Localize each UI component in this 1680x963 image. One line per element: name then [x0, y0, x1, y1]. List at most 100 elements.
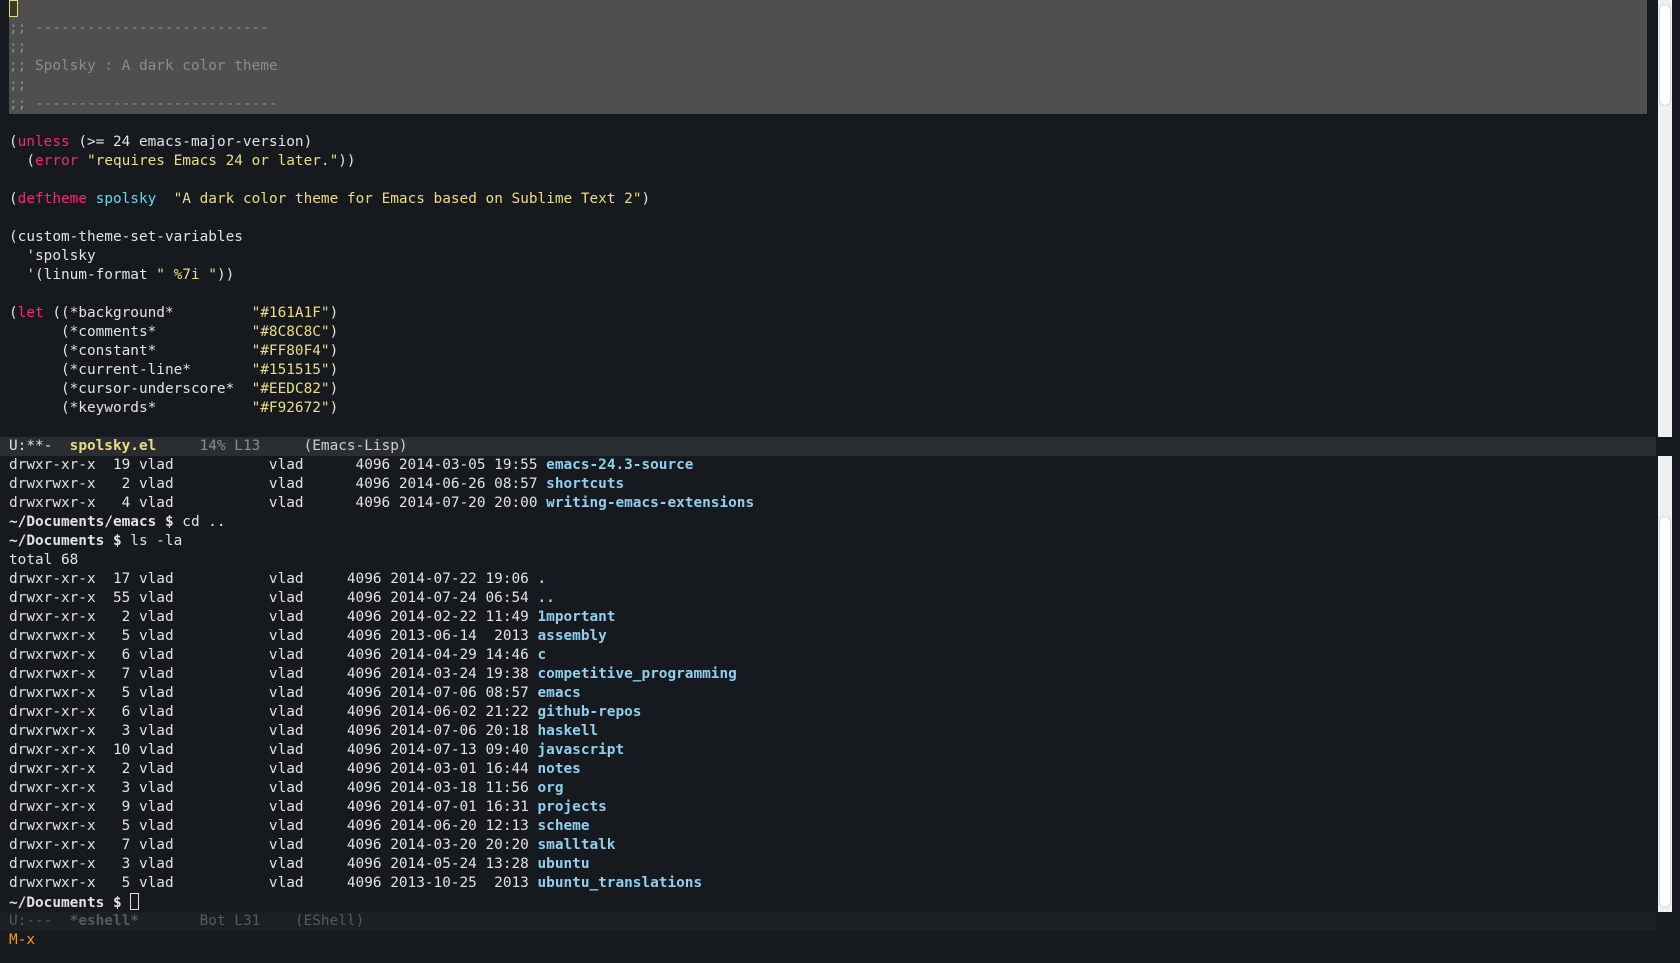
keyword-deftheme: deftheme — [17, 191, 87, 207]
var-value: "#8C8C8C" — [251, 324, 330, 340]
code-line[interactable]: (unless (>= 24 emacs-major-version) — [0, 133, 1656, 152]
shell-command: cd .. — [182, 514, 226, 530]
file-meta: drwxr-xr-x 7 vlad vlad 4096 2014-03-20 2… — [9, 837, 538, 853]
var-value: "#151515" — [251, 362, 330, 378]
file-meta: drwxrwxr-x 7 vlad vlad 4096 2014-03-24 1… — [9, 666, 538, 682]
listing-row: drwxrwxr-x 5 vlad vlad 4096 2014-07-06 0… — [0, 684, 1656, 703]
comment-line[interactable]: ;; --------------------------- — [0, 19, 1656, 38]
var-name: (*background* — [61, 305, 252, 321]
directory-name[interactable]: ubuntu — [538, 856, 590, 872]
eshell-window[interactable]: drwxr-xr-x 19 vlad vlad 4096 2014-03-05 … — [0, 456, 1656, 912]
eshell-scrollbar[interactable] — [1658, 456, 1672, 912]
directory-name[interactable]: emacs-24.3-source — [546, 457, 693, 473]
file-meta: drwxrwxr-x 5 vlad vlad 4096 2014-06-20 1… — [9, 818, 538, 834]
var-name: (*cursor-underscore* — [60, 381, 252, 397]
code-line[interactable] — [0, 171, 1656, 190]
buffer-name[interactable]: spolsky.el — [70, 438, 157, 454]
listing-row: drwxrwxr-x 2 vlad vlad 4096 2014-06-26 0… — [0, 475, 1656, 494]
code-line[interactable]: (*cursor-underscore* "#EEDC82") — [0, 380, 1656, 399]
directory-name[interactable]: competitive_programming — [538, 666, 737, 682]
buffer-position: 14% L13 — [199, 438, 261, 454]
buffer-status: U:**- — [9, 438, 53, 454]
code-line[interactable] — [0, 0, 1656, 19]
file-meta: drwxrwxr-x 5 vlad vlad 4096 2013-10-25 2… — [9, 875, 538, 891]
directory-name[interactable]: c — [538, 647, 547, 663]
directory-name[interactable]: org — [538, 780, 564, 796]
directory-name[interactable]: assembly — [538, 628, 607, 644]
file-meta: drwxr-xr-x 2 vlad vlad 4096 2014-03-01 1… — [9, 761, 538, 777]
listing-row: drwxr-xr-x 9 vlad vlad 4096 2014-07-01 1… — [0, 798, 1656, 817]
mode-line-eshell[interactable]: U:--- *eshell* Bot L31 (EShell) — [0, 912, 1656, 931]
editor-window[interactable]: ;; --------------------------- ;; ;; Spo… — [0, 0, 1656, 437]
file-meta: drwxr-xr-x 17 vlad vlad 4096 2014-07-22 … — [9, 571, 538, 587]
directory-name[interactable]: emacs — [538, 685, 581, 701]
directory-name[interactable]: github-repos — [538, 704, 642, 720]
theme-name: spolsky — [95, 191, 157, 207]
directory-name[interactable]: ubuntu_translations — [538, 875, 703, 891]
comment-line[interactable]: ;; Spolsky : A dark color theme — [0, 57, 1656, 76]
code-line[interactable]: (*current-line* "#151515") — [0, 361, 1656, 380]
mode-line-editor[interactable]: U:**- spolsky.el 14% L13 (Emacs-Lisp) — [0, 437, 1656, 456]
code-line[interactable]: (*keywords* "#F92672") — [0, 399, 1656, 418]
listing-row: drwxr-xr-x 2 vlad vlad 4096 2014-02-22 1… — [0, 608, 1656, 627]
directory-name[interactable]: haskell — [538, 723, 599, 739]
var-name: (*keywords* — [60, 400, 252, 416]
directory-name[interactable]: shortcuts — [546, 476, 624, 492]
listing-row: drwxr-xr-x 10 vlad vlad 4096 2014-07-13 … — [0, 741, 1656, 760]
code-line[interactable]: (custom-theme-set-variables — [0, 228, 1656, 247]
minibuffer-prompt[interactable]: M-x — [0, 931, 35, 950]
comment-line[interactable]: ;; — [0, 38, 1656, 57]
code-line[interactable]: '(linum-format " %7i ")) — [0, 266, 1656, 285]
directory-name[interactable]: . — [538, 571, 547, 587]
file-meta: drwxr-xr-x 3 vlad vlad 4096 2014-03-18 1… — [9, 780, 538, 796]
directory-name[interactable]: 1mportant — [538, 609, 616, 625]
buffer-name[interactable]: *eshell* — [70, 913, 139, 929]
var-name: (*comments* — [60, 324, 252, 340]
keyword-error: error — [35, 153, 79, 169]
comment-line[interactable]: ;; ---------------------------- — [0, 95, 1656, 114]
directory-name[interactable]: writing-emacs-extensions — [546, 495, 754, 511]
directory-name[interactable]: scheme — [538, 818, 590, 834]
code-text: )) — [216, 267, 235, 283]
editor-scrollbar[interactable] — [1658, 0, 1672, 437]
code-line[interactable]: (error "requires Emacs 24 or later.")) — [0, 152, 1656, 171]
listing-row: drwxrwxr-x 3 vlad vlad 4096 2014-05-24 1… — [0, 855, 1656, 874]
code-line[interactable]: (let ((*background* "#161A1F") — [0, 304, 1656, 323]
major-mode[interactable]: (Emacs-Lisp) — [304, 438, 408, 454]
string-literal: " %7i " — [156, 267, 217, 283]
code-line[interactable]: 'spolsky — [0, 247, 1656, 266]
listing-row: drwxr-xr-x 6 vlad vlad 4096 2014-06-02 2… — [0, 703, 1656, 722]
major-mode[interactable]: (EShell) — [295, 913, 364, 929]
listing-row: drwxrwxr-x 7 vlad vlad 4096 2014-03-24 1… — [0, 665, 1656, 684]
code-line[interactable] — [0, 285, 1656, 304]
shell-command: ls -la — [130, 533, 183, 549]
listing-row: drwxrwxr-x 5 vlad vlad 4096 2013-10-25 2… — [0, 874, 1656, 893]
code-line[interactable]: (*comments* "#8C8C8C") — [0, 323, 1656, 342]
code-line[interactable]: (*constant* "#FF80F4") — [0, 342, 1656, 361]
code-line[interactable] — [0, 114, 1656, 133]
code-line[interactable]: (deftheme spolsky "A dark color theme fo… — [0, 190, 1656, 209]
scrollbar-thumb[interactable] — [1659, 4, 1671, 106]
scrollbar-thumb[interactable] — [1659, 516, 1671, 908]
directory-name[interactable]: projects — [538, 799, 607, 815]
comment-line[interactable]: ;; — [0, 76, 1656, 95]
code-text: '(linum-format — [9, 267, 157, 283]
var-value: "#EEDC82" — [251, 381, 330, 397]
buffer-position: Bot L31 — [199, 913, 261, 929]
directory-name[interactable]: smalltalk — [538, 837, 616, 853]
prompt-line[interactable]: ~/Documents $ — [0, 893, 1656, 912]
directory-name[interactable]: javascript — [538, 742, 625, 758]
directory-name[interactable]: .. — [538, 590, 555, 606]
file-meta: drwxrwxr-x 5 vlad vlad 4096 2013-06-14 2… — [9, 628, 538, 644]
var-name: (*constant* — [60, 343, 252, 359]
window-edge — [1672, 0, 1680, 963]
shell-prompt: ~/Documents $ — [9, 533, 131, 549]
listing-row: drwxr-xr-x 55 vlad vlad 4096 2014-07-24 … — [0, 589, 1656, 608]
file-meta: drwxr-xr-x 55 vlad vlad 4096 2014-07-24 … — [9, 590, 538, 606]
listing-row: drwxrwxr-x 5 vlad vlad 4096 2014-06-20 1… — [0, 817, 1656, 836]
prompt-line: ~/Documents $ ls -la — [0, 532, 1656, 551]
directory-name[interactable]: notes — [538, 761, 581, 777]
file-meta: drwxrwxr-x 6 vlad vlad 4096 2014-04-29 1… — [9, 647, 538, 663]
code-line[interactable] — [0, 209, 1656, 228]
string-literal: "requires Emacs 24 or later." — [87, 153, 339, 169]
